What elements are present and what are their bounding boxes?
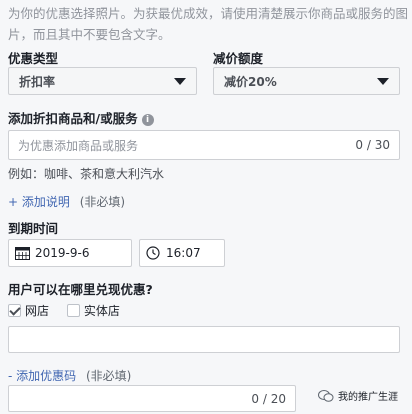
store-url-input[interactable] xyxy=(8,326,400,353)
products-input[interactable]: 为优惠添加商品或服务 0 / 30 xyxy=(8,130,400,160)
intro-text: 为你的优惠选择照片。为获最优成效，请使用清楚展示你商品或服务的图片，而且其中不要… xyxy=(8,6,409,42)
products-label: 添加折扣商品和/或服务 i xyxy=(8,108,154,127)
add-code-optional: (非必填) xyxy=(85,369,132,383)
redeem-options: 网店 实体店 xyxy=(8,302,120,319)
products-example: 例如：咖啡、茶和意大利汽水 xyxy=(8,167,165,181)
products-placeholder: 为优惠添加商品或服务 xyxy=(18,138,139,153)
online-checkbox[interactable] xyxy=(8,304,21,317)
redeem-label: 用户可以在哪里兑现优惠? xyxy=(8,282,153,297)
in-store-option[interactable]: 实体店 xyxy=(66,304,120,318)
discount-label: 减价额度 xyxy=(213,51,264,66)
wechat-logo-icon xyxy=(318,389,334,402)
add-code-row: - 添加优惠码 (非必填) xyxy=(8,367,131,384)
offer-type-label: 优惠类型 xyxy=(8,51,59,66)
discount-value: 减价20% xyxy=(224,74,277,89)
calendar-icon xyxy=(15,247,30,260)
chevron-down-icon xyxy=(377,77,389,85)
chevron-down-icon xyxy=(174,77,186,85)
expiry-time-field[interactable]: 16:07 xyxy=(139,239,225,267)
offer-type-value: 折扣率 xyxy=(19,74,56,89)
watermark: 我的推广生涯 xyxy=(318,388,398,403)
in-store-checkbox[interactable] xyxy=(66,304,80,317)
promo-code-counter: 0 / 20 xyxy=(251,391,286,406)
add-description-optional: (非必填) xyxy=(79,195,126,209)
expiry-date-field[interactable]: 2019-9-6 xyxy=(8,239,132,267)
info-icon[interactable]: i xyxy=(141,114,154,126)
discount-select[interactable]: 减价20% xyxy=(213,67,400,95)
products-label-text: 添加折扣商品和/或服务 xyxy=(8,111,138,126)
add-code-link[interactable]: - 添加优惠码 xyxy=(8,369,76,383)
online-option[interactable]: 网店 xyxy=(8,304,49,318)
expiry-date-value: 2019-9-6 xyxy=(35,246,90,260)
products-counter: 0 / 30 xyxy=(355,138,390,152)
add-description-link[interactable]: + 添加说明 xyxy=(8,195,70,209)
promo-code-input[interactable]: 0 / 20 xyxy=(8,385,296,412)
watermark-text: 我的推广生涯 xyxy=(338,392,398,403)
offer-type-select[interactable]: 折扣率 xyxy=(8,67,197,95)
clock-icon xyxy=(146,246,160,260)
in-store-label: 实体店 xyxy=(83,304,120,318)
expiry-time-value: 16:07 xyxy=(166,246,201,260)
expiry-label: 到期时间 xyxy=(8,221,59,236)
add-description-row: + 添加说明 (非必填) xyxy=(8,193,125,210)
online-label: 网店 xyxy=(25,304,50,318)
